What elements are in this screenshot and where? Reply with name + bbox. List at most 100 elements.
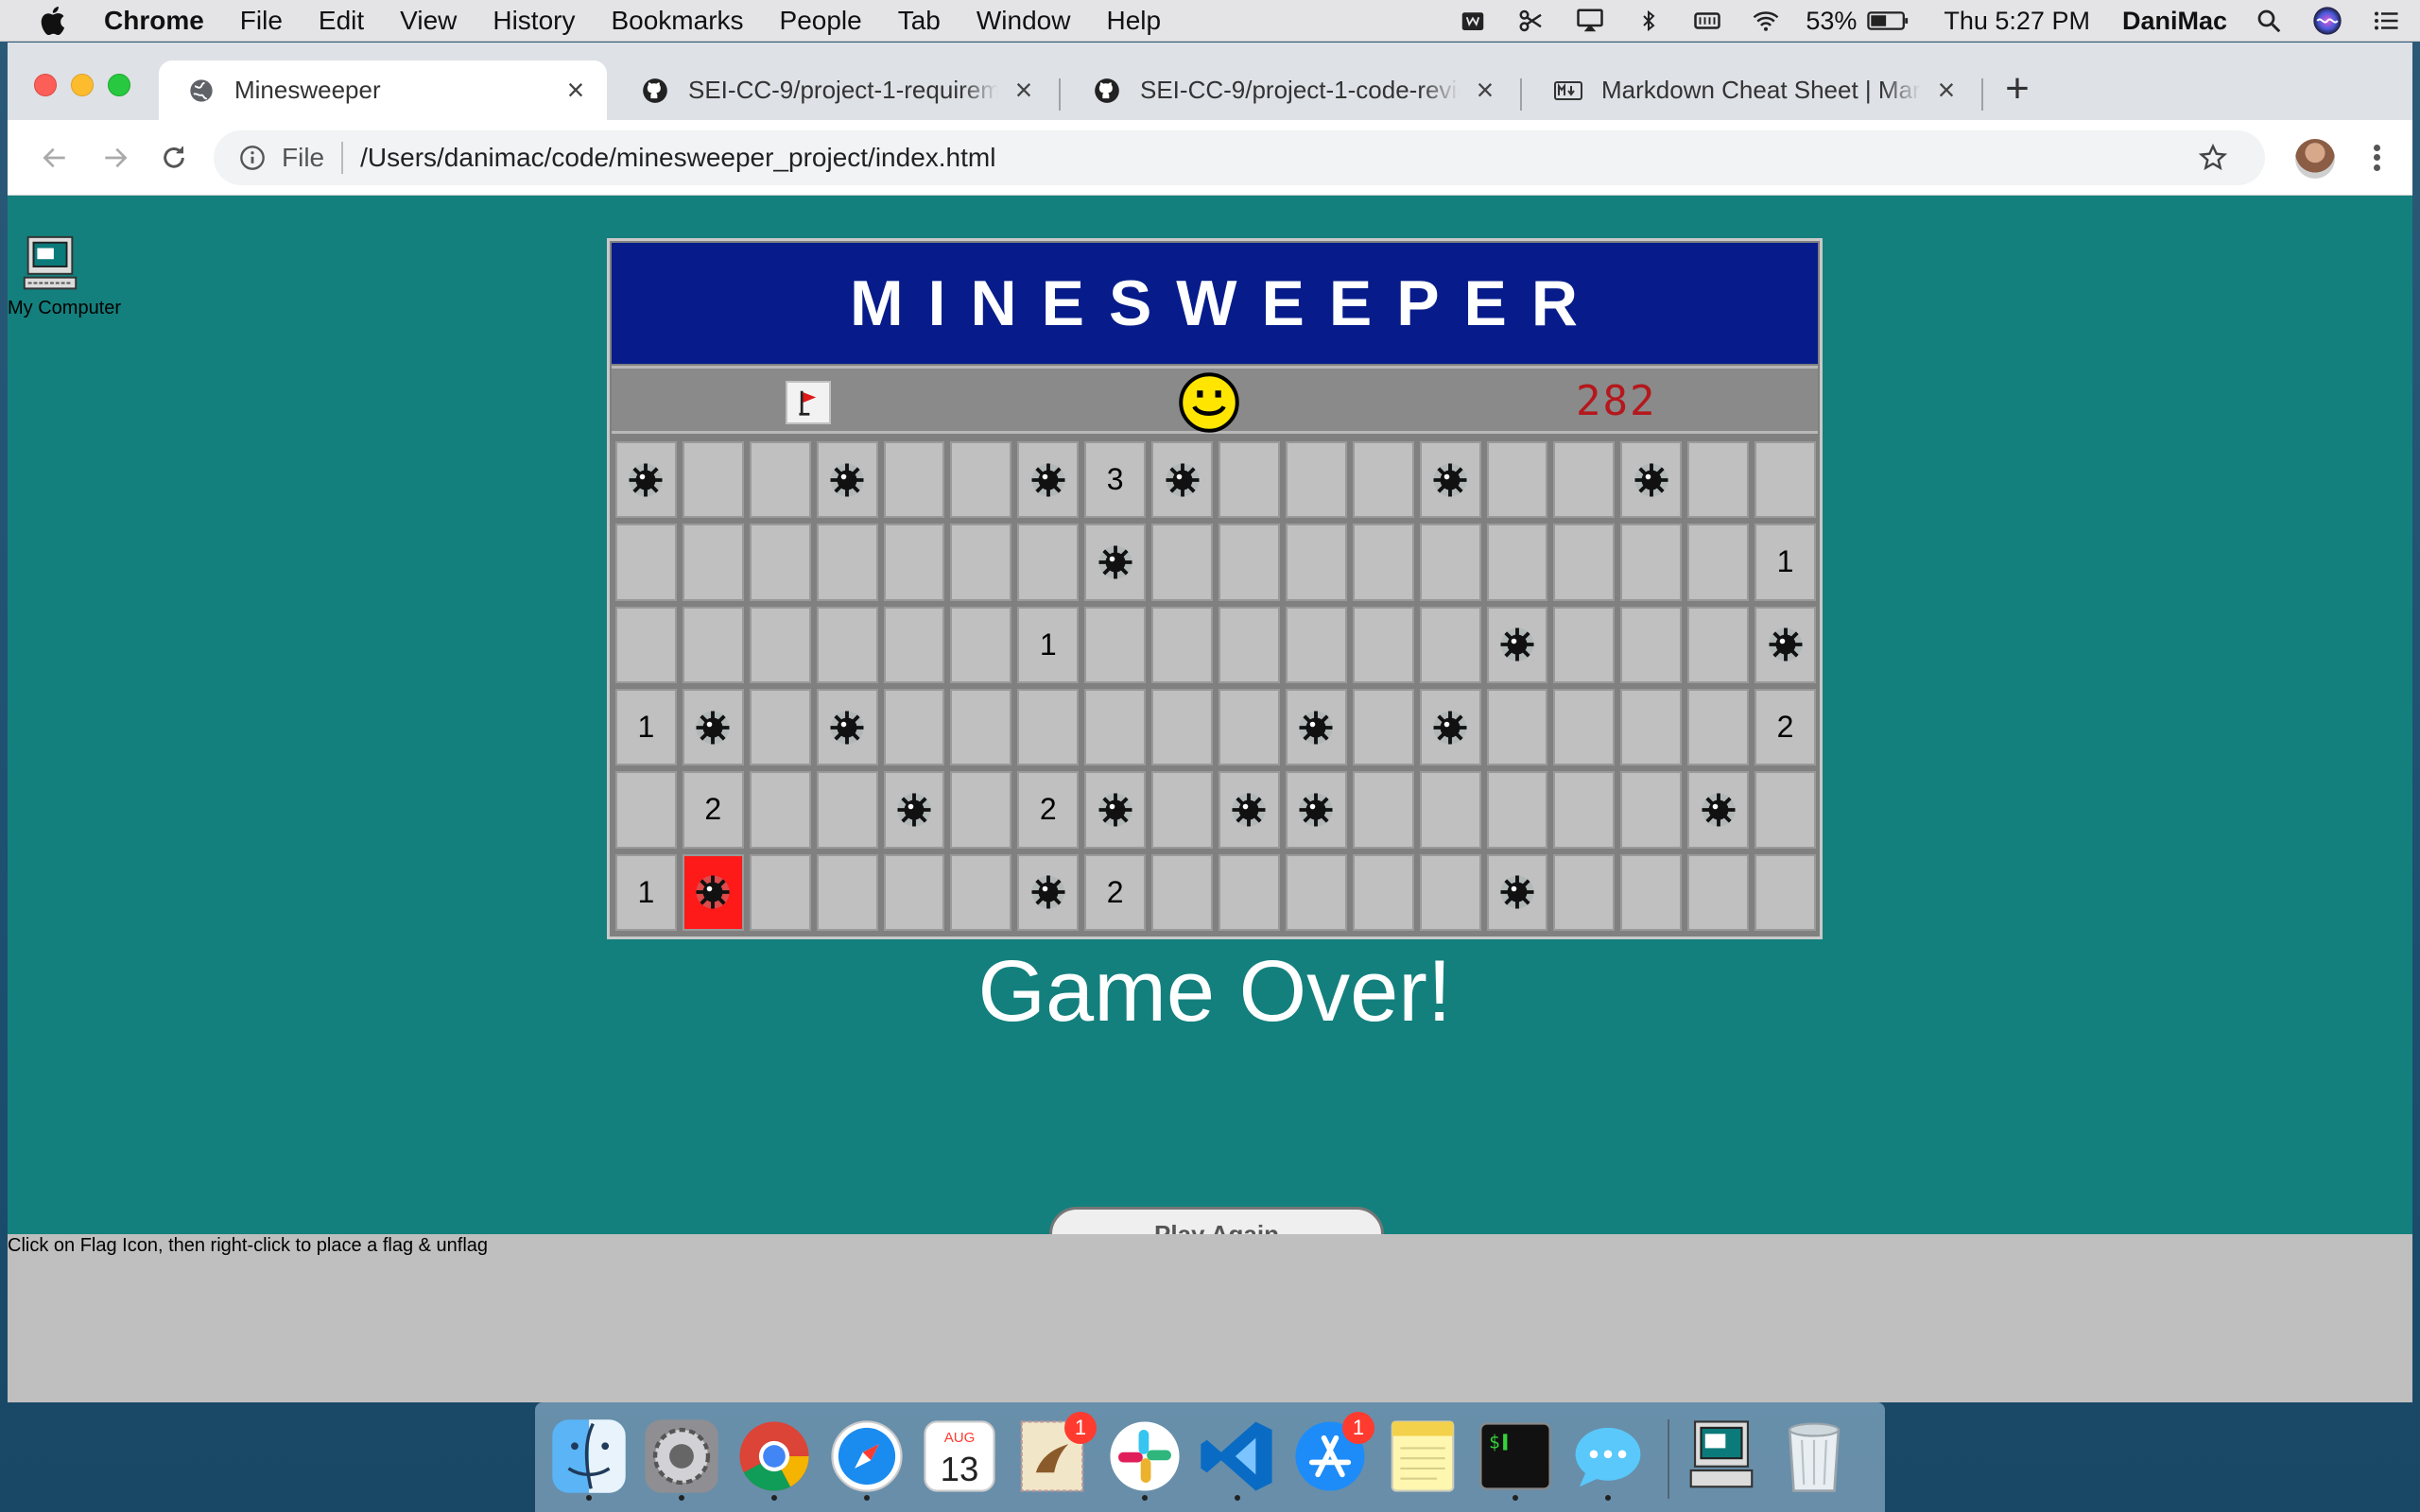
mine-cell[interactable]	[1553, 689, 1616, 766]
mine-cell[interactable]	[1486, 689, 1548, 766]
menu-people[interactable]: People	[780, 6, 862, 36]
mine-cell[interactable]	[749, 853, 811, 931]
mine-cell[interactable]	[1352, 606, 1414, 683]
mine-cell[interactable]	[816, 606, 878, 683]
url-text[interactable]: /Users/danimac/code/minesweeper_project/…	[360, 143, 995, 173]
mine-cell[interactable]	[1285, 771, 1347, 849]
mine-cell[interactable]	[1620, 689, 1683, 766]
mine-cell[interactable]	[1151, 853, 1213, 931]
dock-finder-icon[interactable]	[548, 1416, 630, 1501]
mine-cell[interactable]	[682, 689, 744, 766]
flag-mode-button[interactable]	[786, 381, 831, 424]
dock-vscode-icon[interactable]	[1197, 1416, 1278, 1501]
mine-cell[interactable]	[950, 524, 1012, 601]
mine-cell[interactable]	[1419, 606, 1481, 683]
mine-cell[interactable]	[1486, 441, 1548, 519]
mine-cell[interactable]	[1620, 606, 1683, 683]
close-window-button[interactable]	[34, 74, 57, 96]
dock-terminal-icon[interactable]: $	[1475, 1416, 1556, 1501]
mine-cell[interactable]	[1419, 771, 1481, 849]
keyboard-icon[interactable]	[1690, 7, 1724, 35]
mine-cell[interactable]	[749, 524, 811, 601]
mine-cell[interactable]	[1151, 689, 1213, 766]
mine-cell[interactable]	[1754, 771, 1816, 849]
dock-slack-icon[interactable]	[1104, 1416, 1185, 1501]
bookmark-star-icon[interactable]	[2197, 142, 2229, 174]
menu-extra-icon[interactable]	[1456, 7, 1490, 35]
tab-minesweeper[interactable]: Minesweeper ×	[159, 60, 607, 120]
mine-cell[interactable]	[1486, 606, 1548, 683]
new-tab-button[interactable]: +	[1995, 68, 2040, 110]
mine-cell[interactable]	[1553, 853, 1616, 931]
mine-cell[interactable]: 1	[1017, 606, 1080, 683]
mine-cell[interactable]	[1620, 524, 1683, 601]
mine-cell[interactable]	[1218, 606, 1280, 683]
mine-cell[interactable]	[682, 441, 744, 519]
mine-cell[interactable]	[950, 853, 1012, 931]
dock-calendar-icon[interactable]: AUG 13	[919, 1416, 1000, 1497]
mine-cell[interactable]	[615, 606, 677, 683]
menu-view[interactable]: View	[400, 6, 457, 36]
mine-cell[interactable]	[615, 771, 677, 849]
minimize-window-button[interactable]	[71, 74, 94, 96]
my-computer-icon[interactable]	[17, 233, 83, 300]
dock-app-store-icon[interactable]: 1	[1289, 1412, 1374, 1497]
mine-cell[interactable]	[950, 606, 1012, 683]
mine-cell[interactable]	[1687, 853, 1750, 931]
mine-cell[interactable]	[1084, 771, 1147, 849]
dock-trash-icon[interactable]	[1773, 1416, 1855, 1497]
mine-cell[interactable]	[1218, 441, 1280, 519]
mine-cell[interactable]	[1285, 689, 1347, 766]
mine-cell[interactable]	[1687, 689, 1750, 766]
menu-tab[interactable]: Tab	[898, 6, 941, 36]
zoom-window-button[interactable]	[108, 74, 130, 96]
reload-icon[interactable]	[155, 139, 193, 177]
mine-cell[interactable]	[1486, 524, 1548, 601]
mine-cell[interactable]	[1620, 771, 1683, 849]
mine-cell[interactable]	[1754, 441, 1816, 519]
mine-cell[interactable]	[1084, 689, 1147, 766]
mine-cell[interactable]	[1687, 606, 1750, 683]
mine-cell[interactable]	[1084, 524, 1147, 601]
mine-cell[interactable]	[749, 441, 811, 519]
close-tab-icon[interactable]: ×	[560, 73, 592, 108]
close-tab-icon[interactable]: ×	[1008, 73, 1040, 108]
airplay-icon[interactable]	[1573, 7, 1607, 35]
mine-cell[interactable]	[749, 689, 811, 766]
mine-cell[interactable]	[1285, 606, 1347, 683]
mine-cell[interactable]	[1285, 853, 1347, 931]
mine-cell[interactable]	[1285, 524, 1347, 601]
mine-cell[interactable]	[816, 689, 878, 766]
mine-cell[interactable]: 1	[615, 689, 677, 766]
mine-cell[interactable]	[1419, 441, 1481, 519]
mine-cell[interactable]	[1352, 441, 1414, 519]
mine-cell[interactable]: 2	[682, 771, 744, 849]
menu-edit[interactable]: Edit	[319, 6, 364, 36]
mine-cell[interactable]: 3	[1084, 441, 1147, 519]
mine-cell[interactable]: 2	[1017, 771, 1080, 849]
dock-safari-icon[interactable]	[826, 1416, 908, 1501]
profile-avatar[interactable]	[2295, 139, 2335, 179]
dock-notes-icon[interactable]	[1382, 1416, 1463, 1497]
scissors-icon[interactable]	[1514, 7, 1548, 35]
mine-cell[interactable]: 1	[615, 853, 677, 931]
tab-markdown[interactable]: Markdown Cheat Sheet | Markdown ×	[1526, 60, 1978, 120]
tab-requirements[interactable]: SEI-CC-9/project-1-requirements ×	[613, 60, 1055, 120]
mine-cell[interactable]	[1017, 689, 1080, 766]
mine-cell[interactable]	[682, 853, 744, 931]
mine-cell[interactable]	[1486, 771, 1548, 849]
menu-window[interactable]: Window	[977, 6, 1071, 36]
info-icon[interactable]	[238, 144, 267, 172]
mine-cell[interactable]	[1754, 606, 1816, 683]
mine-cell[interactable]	[1754, 853, 1816, 931]
mine-cell[interactable]	[1151, 771, 1213, 849]
menu-app-chrome[interactable]: Chrome	[104, 6, 204, 36]
mine-cell[interactable]	[1151, 441, 1213, 519]
mine-cell[interactable]	[883, 689, 945, 766]
wifi-icon[interactable]	[1749, 7, 1783, 35]
mine-cell[interactable]	[950, 689, 1012, 766]
mine-cell[interactable]	[1218, 853, 1280, 931]
mine-cell[interactable]	[615, 441, 677, 519]
close-tab-icon[interactable]: ×	[1469, 73, 1501, 108]
dock-my-computer-icon[interactable]	[1681, 1416, 1762, 1497]
